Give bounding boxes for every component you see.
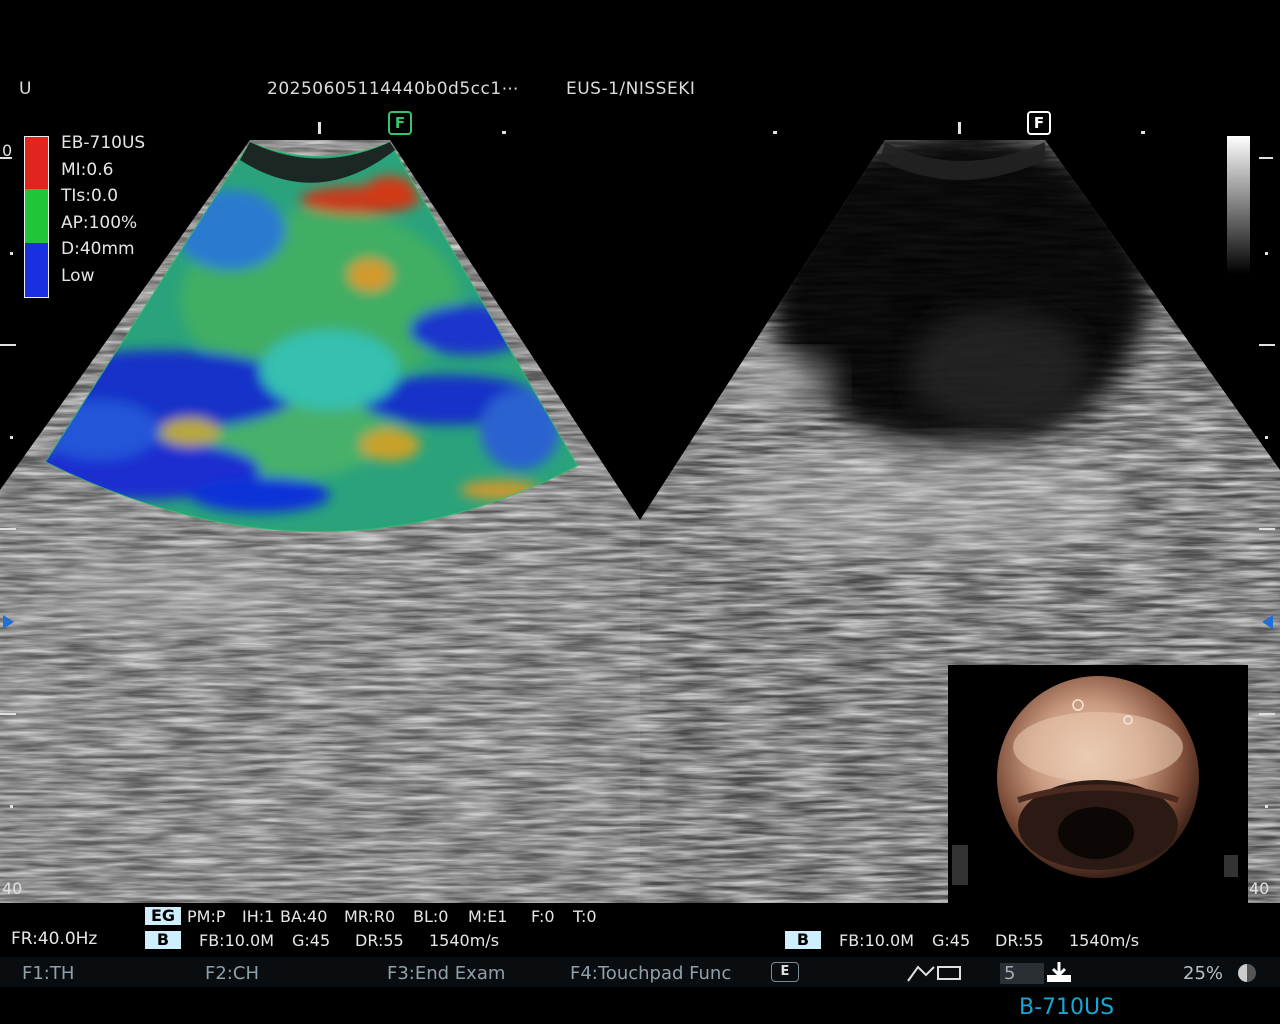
tis-value: TIs:0.0 <box>61 186 119 206</box>
focus-marker-right[interactable]: F <box>1027 111 1051 135</box>
row1-pm: PM:P <box>187 907 226 926</box>
scale-tick <box>1259 344 1275 346</box>
scale-dot <box>1265 252 1268 255</box>
scale-bottom-left: 40 <box>2 879 23 898</box>
right-dr: DR:55 <box>995 931 1044 950</box>
scale-dot <box>10 805 13 808</box>
b-badge-right[interactable]: B <box>785 931 821 949</box>
elasto-e-icon[interactable]: E <box>771 962 799 982</box>
download-icon[interactable] <box>1044 960 1074 984</box>
ap-value: AP:100% <box>61 212 138 233</box>
mi-value: MI:0.6 <box>61 159 114 180</box>
row1-t: T:0 <box>573 907 597 926</box>
row1-ba: BA:40 <box>280 907 328 926</box>
half-circle-icon <box>1238 964 1256 982</box>
grayscale-bar <box>1227 136 1250 274</box>
scale-dot <box>10 436 13 439</box>
function-key-bar: F1:TH F2:CH F3:End Exam F4:Touchpad Func… <box>0 957 1280 987</box>
top-tick-left <box>318 122 321 134</box>
f4-key[interactable]: F4:Touchpad Func <box>570 963 731 984</box>
right-fb: FB:10.0M <box>839 931 914 950</box>
focus-depth-left-icon[interactable] <box>3 615 14 629</box>
image-toggle-icon[interactable] <box>906 961 966 983</box>
f2-key[interactable]: F2:CH <box>205 963 259 984</box>
f1-key[interactable]: F1:TH <box>22 963 74 984</box>
scale-dot <box>10 252 13 255</box>
row1-f: F:0 <box>531 907 555 926</box>
footer-model-label: B-710US <box>1019 995 1115 1020</box>
scale-tick <box>0 157 12 159</box>
depth-value: D:40mm <box>61 239 135 259</box>
row2-fb: FB:10.0M <box>199 931 274 950</box>
scale-tick <box>1259 528 1275 530</box>
top-dot-right-a <box>773 131 777 134</box>
scale-tick <box>0 713 16 715</box>
row2-speed: 1540m/s <box>429 931 500 950</box>
count-box[interactable]: 5 <box>1000 963 1044 984</box>
scale-tick <box>1259 157 1273 159</box>
top-tick-right <box>958 122 961 134</box>
frame-rate: FR:40.0Hz <box>11 929 98 949</box>
scale-dot <box>1265 436 1268 439</box>
row2-g: G:45 <box>292 931 331 950</box>
scale-tick <box>0 528 16 530</box>
row1-ih: IH:1 <box>242 907 275 926</box>
row1-m: M:E1 <box>468 907 508 926</box>
scale-dot <box>1265 805 1268 808</box>
row1-bl: BL:0 <box>413 907 449 926</box>
probe-model: EB-710US <box>61 133 146 153</box>
top-dot-right-b <box>1141 131 1145 134</box>
scale-tick <box>0 344 16 346</box>
right-g: G:45 <box>932 931 971 950</box>
elasticity-color-bar <box>24 136 49 298</box>
endoscope-pip-view[interactable] <box>948 665 1248 903</box>
row2-dr: DR:55 <box>355 931 404 950</box>
scale-tick <box>1259 713 1275 715</box>
top-dot-left <box>502 131 506 134</box>
probe-info: EB-710US MI:0.6 TIs:0.0 AP:100% D:40mm L… <box>61 130 145 289</box>
zoom-percent: 25% <box>1183 963 1224 984</box>
scale-bottom-right: 40 <box>1249 879 1270 898</box>
endoscope-image <box>952 676 1238 885</box>
eg-badge[interactable]: EG <box>145 907 181 925</box>
b-badge-left[interactable]: B <box>145 931 181 949</box>
focus-marker-left[interactable]: F <box>388 111 412 135</box>
power-level: Low <box>61 265 95 286</box>
f3-key[interactable]: F3:End Exam <box>387 963 505 984</box>
focus-depth-right-icon[interactable] <box>1262 615 1273 629</box>
row1-mr: MR:R0 <box>344 907 396 926</box>
right-speed: 1540m/s <box>1069 931 1140 950</box>
